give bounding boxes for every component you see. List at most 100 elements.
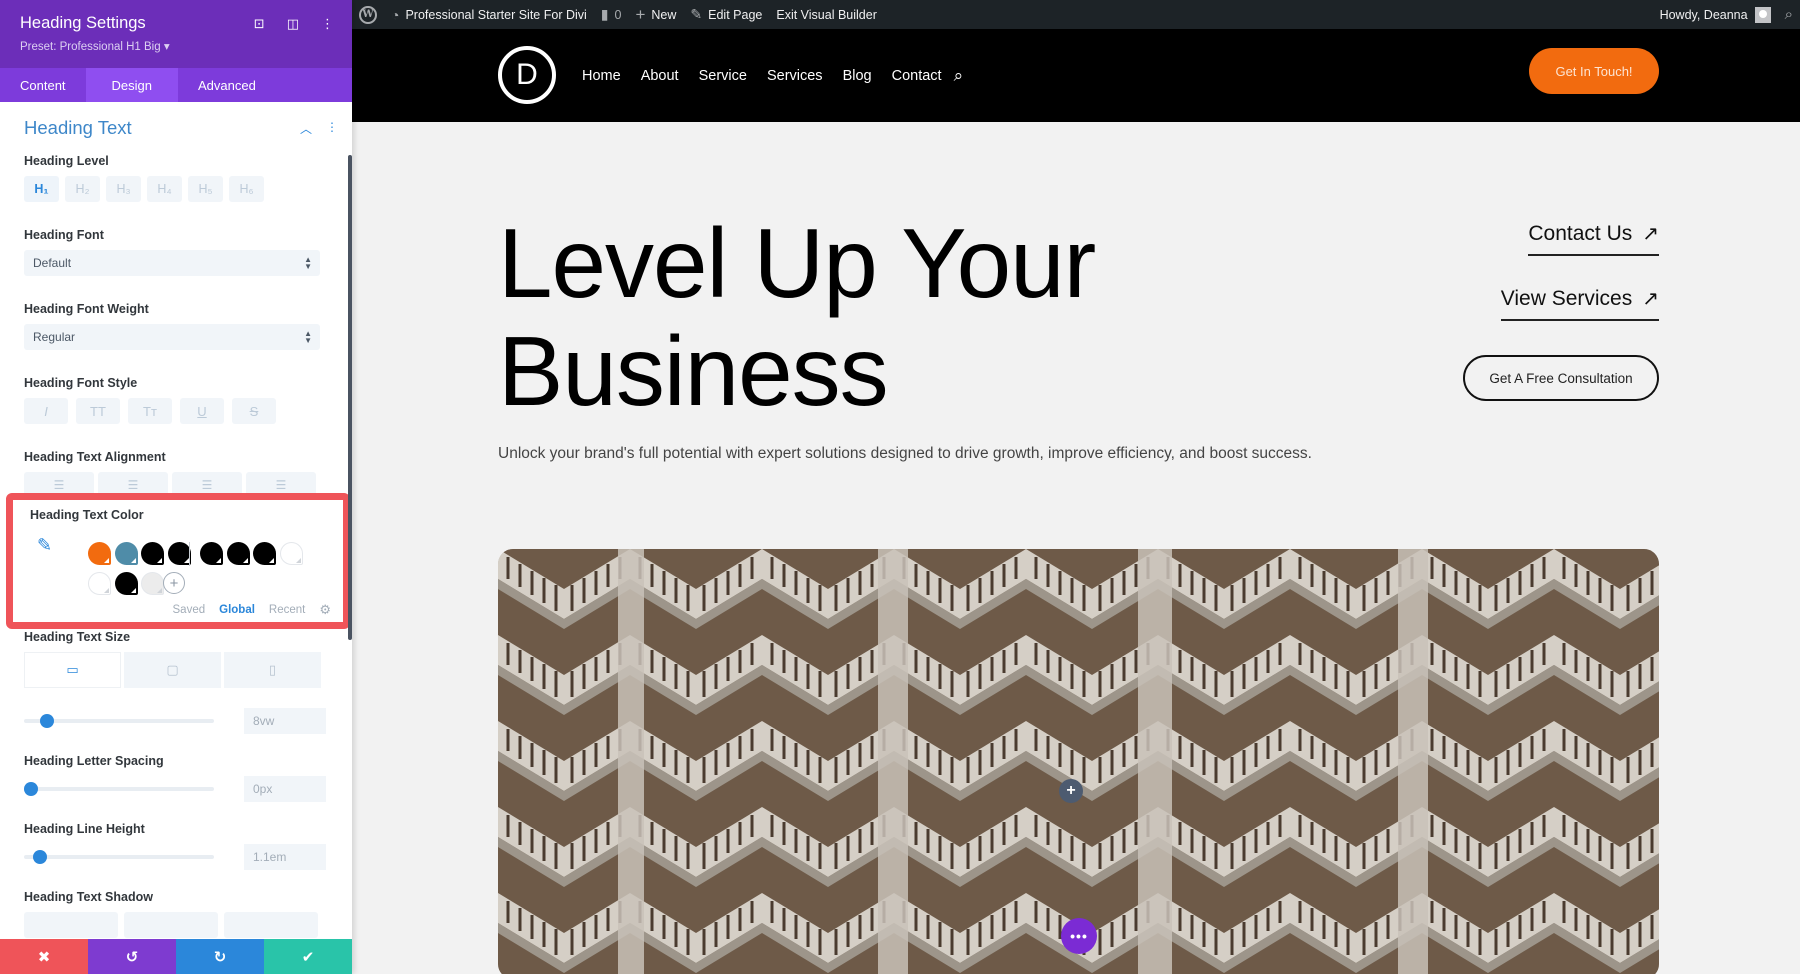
search-icon: ⌕ (1784, 6, 1793, 23)
device-phone-tab[interactable]: ▯ (224, 652, 321, 688)
capitalize-button[interactable]: Tᴛ (128, 398, 172, 424)
text-size-slider[interactable] (24, 714, 214, 728)
device-tablet-tab[interactable]: ▢ (124, 652, 221, 688)
panel-tabs: Content Design Advanced (0, 68, 352, 102)
eyedropper-icon[interactable]: ✎ (37, 535, 52, 556)
preset-dropdown[interactable]: Preset: Professional H1 Big ▾ (20, 39, 332, 53)
close-icon: ✖ (37, 948, 51, 966)
letter-spacing-input[interactable]: 0px (244, 776, 326, 802)
undo-icon: ↺ (125, 948, 139, 966)
site-logo[interactable]: D (498, 46, 556, 104)
slider-handle[interactable] (39, 714, 54, 728)
line-height-input[interactable]: 1.1em (244, 844, 326, 870)
color-swatch[interactable] (200, 542, 223, 565)
more-options-icon[interactable]: ⋮ (321, 16, 334, 32)
add-color-button[interactable]: + (163, 572, 185, 594)
color-swatch[interactable] (114, 542, 138, 565)
heading-level-h1[interactable]: H₁ (24, 176, 59, 202)
discard-button[interactable]: ✖ (0, 939, 88, 974)
tab-design[interactable]: Design (85, 68, 179, 102)
arrow-up-right-icon: ↗ (1642, 288, 1659, 310)
color-swatch[interactable] (88, 572, 111, 595)
panel-action-bar: ✖ ↺ ↻ ✔ (0, 939, 352, 974)
comments-link[interactable]: ▮ 0 (594, 0, 629, 29)
text-shadow-option[interactable] (124, 912, 218, 938)
section-menu-icon[interactable]: ⋮ (326, 120, 338, 137)
main-nav: Home About Service Services Blog Contact… (582, 29, 963, 122)
exit-builder-label: Exit Visual Builder (776, 7, 877, 22)
color-tab-saved[interactable]: Saved (173, 604, 206, 616)
wp-admin-bar: W ◔ Professional Starter Site For Divi ▮ 0… (352, 0, 1800, 29)
pencil-icon: ✎ (690, 6, 703, 22)
hero-heading[interactable]: Level Up Your Business (498, 209, 1096, 425)
exit-visual-builder-link[interactable]: Exit Visual Builder (769, 0, 884, 29)
edit-page-link[interactable]: ✎ Edit Page (683, 0, 769, 29)
text-shadow-label: Heading Text Shadow (24, 890, 153, 904)
view-services-link[interactable]: View Services ↗ (1500, 286, 1659, 321)
nav-service[interactable]: Service (699, 68, 747, 84)
slider-handle[interactable] (24, 782, 38, 796)
select-arrows-icon: ▲ ▼ (304, 329, 312, 345)
color-swatch[interactable] (141, 542, 164, 565)
color-swatch[interactable] (279, 542, 303, 565)
swatch-separator (189, 542, 190, 566)
gear-icon[interactable]: ⚙ (319, 602, 331, 618)
heading-level-h4[interactable]: H₄ (147, 176, 182, 202)
color-swatch[interactable] (88, 542, 111, 565)
text-shadow-option[interactable] (224, 912, 318, 938)
text-shadow-option[interactable] (24, 912, 118, 938)
save-button[interactable]: ✔ (264, 939, 352, 974)
tab-advanced[interactable]: Advanced (178, 68, 276, 102)
slider-handle[interactable] (32, 850, 47, 864)
expand-icon[interactable]: ⊡ (254, 16, 265, 32)
heading-level-h5[interactable]: H₅ (188, 176, 223, 202)
heading-font-weight-select[interactable]: Regular ▲ ▼ (24, 324, 320, 350)
wp-search-button[interactable]: ⌕ (1778, 0, 1800, 29)
color-tab-recent[interactable]: Recent (269, 604, 305, 616)
device-desktop-tab[interactable]: ▭ (24, 652, 121, 688)
nav-blog[interactable]: Blog (843, 68, 872, 84)
text-size-input[interactable]: 8vw (244, 708, 326, 734)
panel-scrollbar[interactable] (348, 155, 352, 640)
wp-logo-button[interactable]: W (352, 0, 384, 29)
add-module-button[interactable]: + (1059, 779, 1083, 803)
section-options-button[interactable]: ••• (1061, 918, 1097, 954)
line-height-slider[interactable] (24, 850, 214, 864)
heading-level-h3[interactable]: H₃ (106, 176, 141, 202)
free-consultation-button[interactable]: Get A Free Consultation (1463, 355, 1659, 401)
split-view-icon[interactable]: ◫ (287, 16, 299, 32)
color-swatch[interactable] (167, 542, 191, 565)
heading-level-h2[interactable]: H₂ (65, 176, 100, 202)
heading-text-size-label: Heading Text Size (24, 630, 131, 644)
nav-about[interactable]: About (641, 68, 679, 84)
letter-spacing-slider[interactable] (24, 782, 214, 796)
comment-icon: ▮ (600, 6, 609, 22)
nav-services[interactable]: Services (767, 68, 823, 84)
tab-content[interactable]: Content (0, 68, 86, 102)
color-swatch[interactable] (114, 572, 138, 595)
new-content-link[interactable]: + New (628, 0, 683, 29)
account-menu[interactable]: Howdy, Deanna (1653, 0, 1778, 29)
logo-letter: D (516, 58, 538, 91)
uppercase-button[interactable]: TT (76, 398, 120, 424)
collapse-icon[interactable]: ︿ (300, 120, 312, 137)
strikethrough-button[interactable]: S (232, 398, 276, 424)
color-swatch[interactable] (141, 572, 164, 595)
color-tab-global[interactable]: Global (219, 604, 255, 616)
redo-button[interactable]: ↻ (176, 939, 264, 974)
search-icon[interactable]: ⌕ (954, 66, 964, 86)
underline-button[interactable]: U (180, 398, 224, 424)
color-swatch[interactable] (253, 542, 276, 565)
nav-contact[interactable]: Contact (892, 68, 942, 84)
heading-level-h6[interactable]: H₆ (229, 176, 264, 202)
contact-us-link[interactable]: Contact Us ↗ (1528, 221, 1659, 256)
italic-button[interactable]: I (24, 398, 68, 424)
color-swatch[interactable] (226, 542, 250, 565)
undo-button[interactable]: ↺ (88, 939, 176, 974)
line-height-slider-row: 1.1em (24, 844, 328, 870)
section-heading-text[interactable]: Heading Text ︿ ⋮ (0, 102, 352, 154)
site-name-link[interactable]: ◔ Professional Starter Site For Divi (384, 0, 594, 29)
heading-font-select[interactable]: Default ▲ ▼ (24, 250, 320, 276)
get-in-touch-button[interactable]: Get In Touch! (1529, 48, 1659, 94)
nav-home[interactable]: Home (582, 68, 621, 84)
